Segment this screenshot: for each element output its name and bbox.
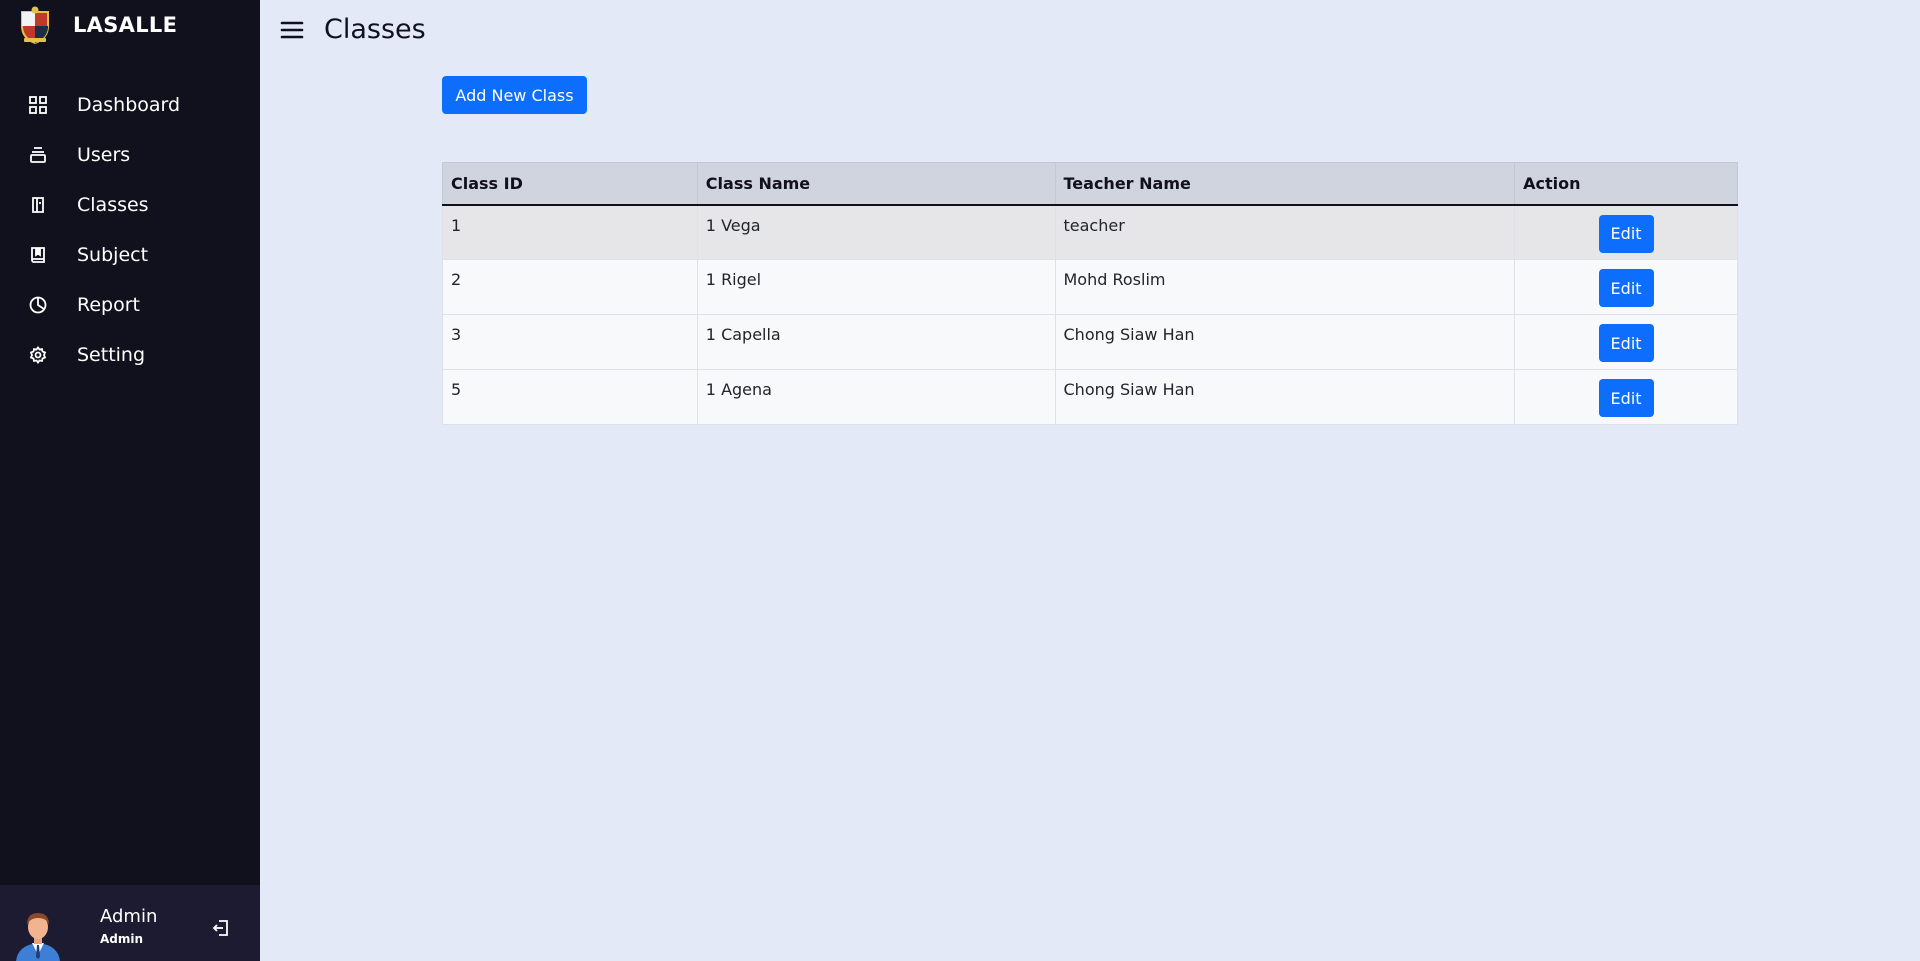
sidebar-nav: Dashboard Users Classes Subject Report S… xyxy=(0,80,260,380)
top-bar: Classes xyxy=(260,0,1920,60)
cell-action: Edit xyxy=(1514,369,1738,425)
cell-class-name: 1 Rigel xyxy=(696,259,1056,315)
profile-job: Admin xyxy=(100,932,144,946)
cell-class-name: 1 Vega xyxy=(696,204,1056,260)
school-crest-logo xyxy=(21,6,49,44)
edit-button[interactable]: Edit xyxy=(1598,379,1654,417)
edit-button[interactable]: Edit xyxy=(1598,269,1654,307)
page-title: Classes xyxy=(324,14,426,45)
edit-button[interactable]: Edit xyxy=(1598,324,1654,362)
cell-action: Edit xyxy=(1514,259,1738,315)
logout-icon[interactable] xyxy=(212,919,230,937)
sidebar-item-report[interactable]: Report xyxy=(0,280,260,330)
profile-name: Admin xyxy=(100,906,158,927)
column-header-class-id: Class ID xyxy=(442,162,698,206)
classes-icon xyxy=(32,197,44,213)
sidebar-item-label: Users xyxy=(77,144,131,166)
cell-teacher-name: Mohd Roslim xyxy=(1054,259,1516,315)
cell-class-id: 5 xyxy=(442,369,698,425)
cell-class-id: 1 xyxy=(442,204,698,260)
add-new-class-button[interactable]: Add New Class xyxy=(442,76,587,114)
profile-panel: Admin Admin xyxy=(0,885,260,961)
users-icon xyxy=(30,147,46,163)
cell-class-id: 3 xyxy=(442,314,698,370)
table-row: 2 1 Rigel Mohd Roslim Edit xyxy=(442,259,1738,315)
menu-icon[interactable] xyxy=(280,20,304,40)
logo-row: LASALLE xyxy=(18,6,177,44)
brand-name: LASALLE xyxy=(73,13,178,37)
avatar xyxy=(16,913,60,961)
table-row: 3 1 Capella Chong Siaw Han Edit xyxy=(442,314,1738,370)
cell-teacher-name: Chong Siaw Han xyxy=(1054,369,1516,425)
column-header-action: Action xyxy=(1514,162,1738,206)
table-row: 5 1 Agena Chong Siaw Han Edit xyxy=(442,369,1738,425)
cell-teacher-name: Chong Siaw Han xyxy=(1054,314,1516,370)
column-header-teacher-name: Teacher Name xyxy=(1054,162,1516,206)
sidebar-item-label: Classes xyxy=(77,194,149,216)
sidebar-item-setting[interactable]: Setting xyxy=(0,330,260,380)
cell-teacher-name: teacher xyxy=(1054,204,1516,260)
table-row: 1 1 Vega teacher Edit xyxy=(442,204,1738,260)
book-icon xyxy=(31,247,45,263)
cell-class-id: 2 xyxy=(442,259,698,315)
sidebar-item-dashboard[interactable]: Dashboard xyxy=(0,80,260,130)
cell-class-name: 1 Capella xyxy=(696,314,1056,370)
sidebar-item-subject[interactable]: Subject xyxy=(0,230,260,280)
gear-icon xyxy=(29,346,47,364)
cell-action: Edit xyxy=(1514,314,1738,370)
column-header-class-name: Class Name xyxy=(696,162,1056,206)
sidebar-item-label: Subject xyxy=(77,244,149,266)
table-header-row: Class ID Class Name Teacher Name Action xyxy=(442,162,1738,206)
sidebar: LASALLE Dashboard Users Classes Subject … xyxy=(0,0,260,961)
pie-chart-icon xyxy=(29,296,47,314)
sidebar-item-label: Dashboard xyxy=(77,94,181,116)
grid-icon xyxy=(29,96,47,114)
sidebar-item-label: Setting xyxy=(77,344,146,366)
sidebar-item-classes[interactable]: Classes xyxy=(0,180,260,230)
edit-button[interactable]: Edit xyxy=(1598,214,1654,253)
cell-action: Edit xyxy=(1514,204,1738,260)
classes-table: Class ID Class Name Teacher Name Action … xyxy=(442,162,1738,425)
sidebar-item-users[interactable]: Users xyxy=(0,130,260,180)
cell-class-name: 1 Agena xyxy=(696,369,1056,425)
sidebar-item-label: Report xyxy=(77,294,140,316)
